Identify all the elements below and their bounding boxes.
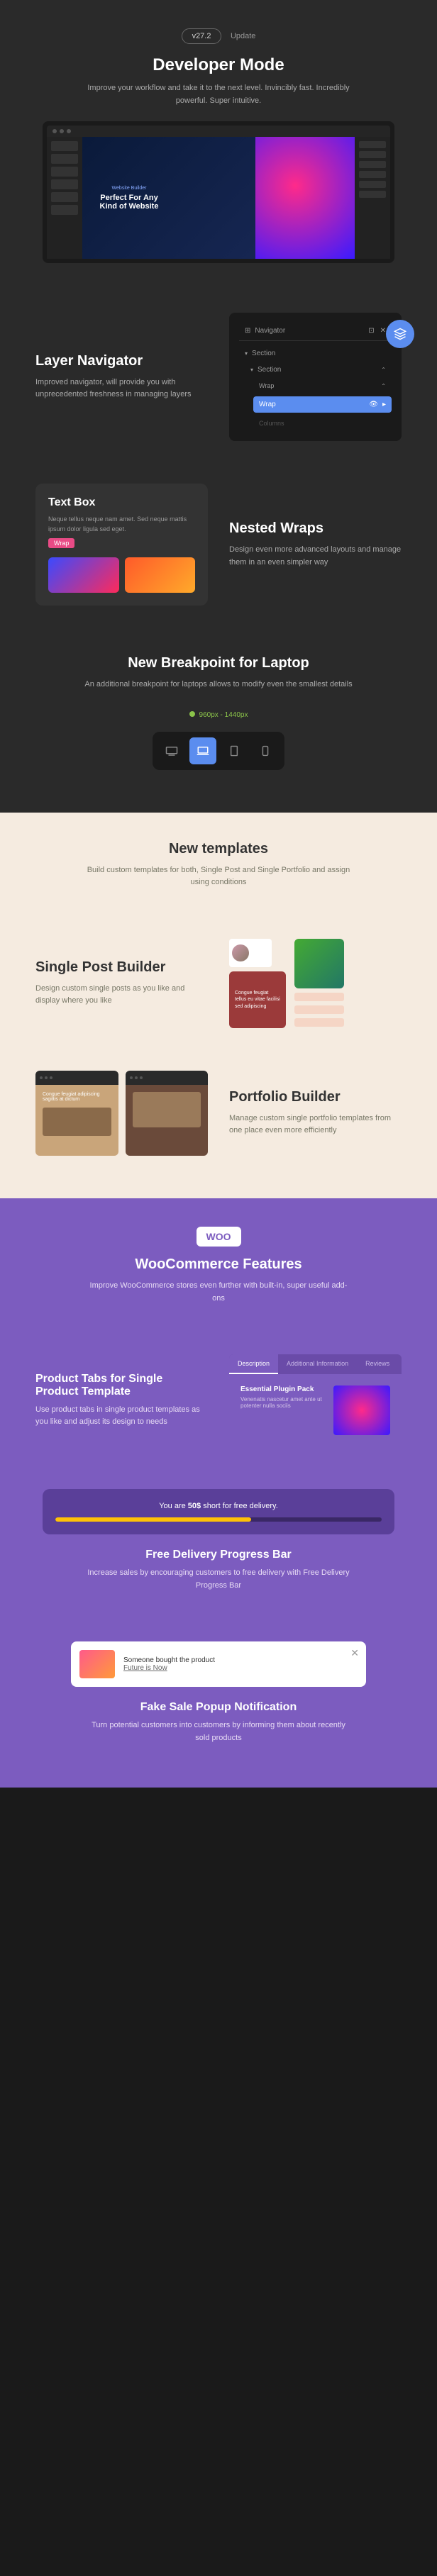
popup-title: Fake Sale Popup Notification <box>43 1701 394 1714</box>
portfolio-card: Congue feugiat adipiscing sagittis at di… <box>35 1071 118 1156</box>
version-badge: v27.2 <box>182 28 222 44</box>
sale-popup: Someone bought the product Future is Now… <box>71 1641 366 1687</box>
popup-thumb <box>79 1650 115 1678</box>
nav-item-section[interactable]: ▾Section⌃ <box>239 362 392 378</box>
grid-icon: ⊞ <box>245 327 250 335</box>
bp-laptop-button[interactable] <box>189 737 216 764</box>
portfolio-sub: Manage custom single portfolio templates… <box>229 1113 402 1137</box>
product-image <box>333 1385 390 1435</box>
tab-content: Essential Plugin Pack Venenatis nascetur… <box>229 1374 402 1446</box>
nav-item-wrap[interactable]: Wrap⌃ <box>239 378 392 394</box>
templates-sub: Build custom templates for both, Single … <box>84 864 353 889</box>
delivery-progress-card: You are 50$ short for free delivery. <box>43 1489 394 1534</box>
mockup-canvas: Website Builder Perfect For Any Kind of … <box>82 137 355 259</box>
skeleton-line <box>294 1018 344 1027</box>
breakpoint-title: New Breakpoint for Laptop <box>43 655 394 671</box>
chevron-up-icon: ⌃ <box>381 367 386 373</box>
woo-title: WooCommerce Features <box>43 1256 394 1273</box>
chevron-down-icon: ▾ <box>245 350 248 357</box>
woo-logo: WOO <box>197 1227 241 1247</box>
mockup-headline: Perfect For Any Kind of Website <box>94 194 165 211</box>
templates-title: New templates <box>43 841 394 857</box>
popup-close-button[interactable]: ✕ <box>350 1647 359 1659</box>
tab-content-text: Venenatis nascetur amet ante ut potenter… <box>240 1396 325 1409</box>
breakpoint-switcher <box>153 732 284 770</box>
mockup-hero-image <box>255 137 355 259</box>
mockup-left-sidebar <box>47 137 82 259</box>
mockup-eyebrow: Website Builder <box>94 186 165 191</box>
chevron-down-icon: ▾ <box>250 367 253 373</box>
gradient-thumb <box>125 557 196 593</box>
hero-subtitle: Improve your workflow and take it to the… <box>84 82 353 107</box>
breakpoint-sub: An additional breakpoint for laptops all… <box>84 679 353 691</box>
popup-line1: Someone bought the product <box>123 1656 215 1664</box>
singlepost-preview: Congue feugiat tellus eu vitae facilisi … <box>229 939 402 1028</box>
delivery-message: You are 50$ short for free delivery. <box>55 1502 382 1510</box>
navigator-title: Layer Navigator <box>35 353 208 369</box>
portfolio-title: Portfolio Builder <box>229 1089 402 1105</box>
navigator-panel-title: Navigator <box>255 327 285 335</box>
nav-item-columns[interactable]: Columns <box>239 416 392 431</box>
portfolio-card <box>126 1071 209 1156</box>
layers-fab-button[interactable] <box>386 320 414 348</box>
progress-bar <box>55 1517 382 1522</box>
popup-sub: Turn potential customers into customers … <box>84 1719 353 1744</box>
expand-icon[interactable]: ⊡ <box>368 327 374 335</box>
product-tabs: Description Additional Information Revie… <box>229 1354 402 1374</box>
cursor-icon: ▸ <box>382 401 386 408</box>
gradient-thumb <box>48 557 119 593</box>
mockup-right-sidebar <box>355 137 390 259</box>
mockup-titlebar <box>47 126 390 137</box>
editor-mockup: Website Builder Perfect For Any Kind of … <box>43 121 394 263</box>
producttabs-sub: Use product tabs in single product templ… <box>35 1404 208 1429</box>
navigator-sub: Improved navigator, will provide you wit… <box>35 377 208 401</box>
tab-description[interactable]: Description <box>229 1354 278 1374</box>
delivery-title: Free Delivery Progress Bar <box>43 1549 394 1561</box>
singlepost-sub: Design custom single posts as you like a… <box>35 983 208 1008</box>
visibility-icon[interactable]: 👁 <box>369 401 378 408</box>
nested-sub: Design even more advanced layouts and ma… <box>229 544 402 569</box>
textbox-lorem: Neque tellus neque nam amet. Sed neque m… <box>48 515 195 534</box>
status-dot <box>189 711 195 717</box>
progress-fill <box>55 1517 251 1522</box>
textbox-card: Text Box Neque tellus neque nam amet. Se… <box>35 484 208 606</box>
nested-title: Nested Wraps <box>229 520 402 537</box>
chevron-up-icon: ⌃ <box>381 383 386 389</box>
skeleton-line <box>294 993 344 1001</box>
update-label: Update <box>231 32 255 40</box>
delivery-sub: Increase sales by encouraging customers … <box>84 1567 353 1592</box>
close-icon[interactable]: ✕ <box>380 327 386 335</box>
avatar-large <box>294 939 344 988</box>
avatar-card <box>229 939 272 967</box>
textbox-title: Text Box <box>48 496 195 509</box>
post-card: Congue feugiat tellus eu vitae facilisi … <box>229 971 286 1028</box>
producttabs-title: Product Tabs for Single Product Template <box>35 1373 208 1398</box>
popup-product-link[interactable]: Future is Now <box>123 1664 215 1672</box>
wrap-badge: Wrap <box>48 538 74 548</box>
hero-title: Developer Mode <box>43 55 394 75</box>
tab-reviews[interactable]: Reviews <box>357 1354 398 1374</box>
nav-item-wrap-active[interactable]: Wrap👁▸ <box>253 396 392 413</box>
portfolio-preview: Congue feugiat adipiscing sagittis at di… <box>35 1071 208 1156</box>
singlepost-title: Single Post Builder <box>35 959 208 976</box>
bp-desktop-button[interactable] <box>158 737 185 764</box>
breakpoint-range: 960px - 1440px <box>199 711 248 719</box>
bp-tablet-button[interactable] <box>221 737 248 764</box>
nav-item-section[interactable]: ▾Section <box>239 345 392 362</box>
tab-additional[interactable]: Additional Information <box>278 1354 357 1374</box>
bp-mobile-button[interactable] <box>252 737 279 764</box>
skeleton-line <box>294 1005 344 1014</box>
tab-content-title: Essential Plugin Pack <box>240 1385 325 1393</box>
navigator-panel: ⊞Navigator ⊡✕ ▾Section ▾Section⌃ Wrap⌃ W… <box>229 313 402 441</box>
woo-sub: Improve WooCommerce stores even further … <box>84 1280 353 1305</box>
